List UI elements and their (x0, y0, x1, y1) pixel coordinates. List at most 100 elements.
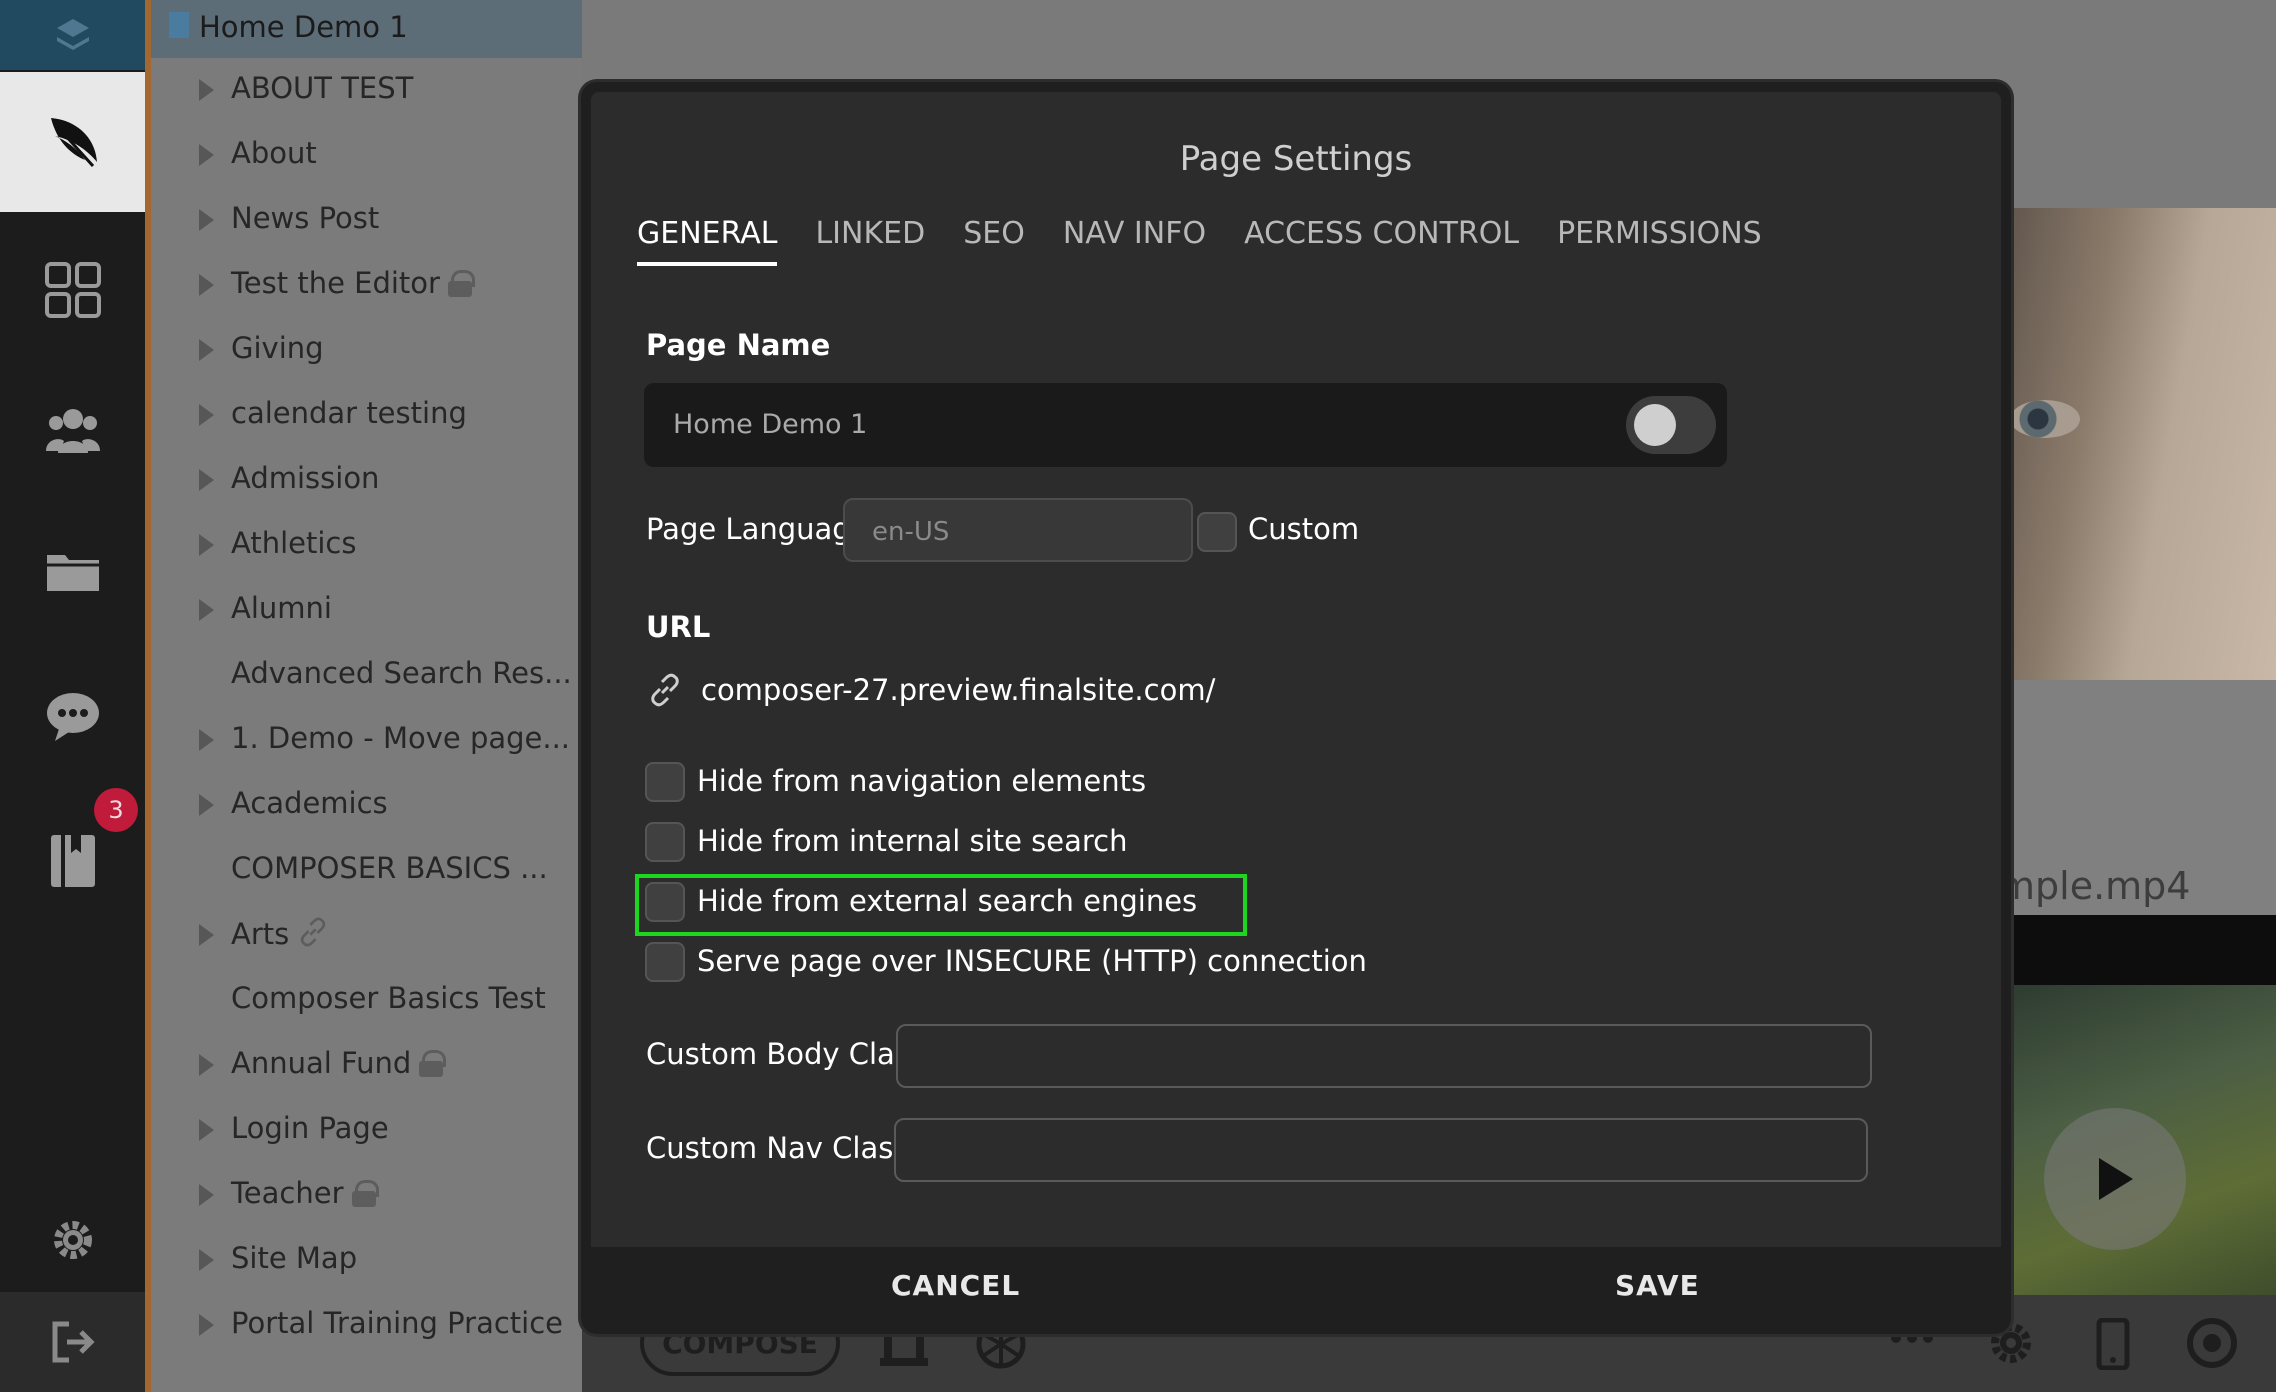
page-language-label: Page Language (646, 512, 869, 546)
expand-arrow-icon[interactable] (199, 534, 214, 556)
files-button[interactable] (0, 520, 145, 620)
tree-item-label: About (231, 136, 317, 170)
tree-item[interactable]: About (151, 126, 582, 184)
tree-item[interactable]: Athletics (151, 516, 582, 574)
expand-arrow-icon[interactable] (199, 79, 214, 101)
users-button[interactable] (0, 380, 145, 480)
custom-language-checkbox[interactable] (1197, 512, 1237, 552)
tree-item[interactable]: Test the Editor (151, 256, 582, 314)
tab-nav-info[interactable]: NAV INFO (1063, 216, 1206, 266)
tree-item-label-wrap: Portal Training Practice (231, 1306, 563, 1340)
page-tree: Home Demo 1 ABOUT TEST About News Post Test… (145, 0, 582, 1392)
preview-photo-eye (2010, 400, 2080, 438)
tree-item[interactable]: Advanced Search Res... (151, 646, 582, 704)
expand-arrow-icon[interactable] (199, 1119, 214, 1141)
option-row[interactable]: Hide from internal site search (645, 822, 1127, 864)
mobile-preview-icon[interactable] (2096, 1318, 2130, 1370)
tree-item[interactable]: Teacher (151, 1166, 582, 1224)
option-checkbox[interactable] (645, 762, 685, 802)
settings-button[interactable] (0, 1190, 145, 1290)
tree-item[interactable]: 1. Demo - Move page... (151, 711, 582, 769)
expand-arrow-icon[interactable] (199, 794, 214, 816)
expand-arrow-icon[interactable] (199, 469, 214, 491)
expand-arrow-icon[interactable] (199, 599, 214, 621)
preview-photo (1988, 208, 2276, 680)
tree-item-label-wrap: Admission (231, 461, 379, 495)
folder-icon (46, 555, 99, 591)
option-checkbox[interactable] (645, 942, 685, 982)
dialog-title: Page Settings (1179, 139, 1413, 179)
tree-item[interactable]: Arts (151, 906, 582, 964)
tree-root-item[interactable]: Home Demo 1 (151, 0, 582, 58)
url-label: URL (646, 610, 711, 644)
tree-item-label: COMPOSER BASICS ... (231, 851, 548, 885)
tree-item[interactable]: COMPOSER BASICS ... (151, 841, 582, 899)
tree-item[interactable]: News Post (151, 191, 582, 249)
expand-arrow-icon[interactable] (199, 1249, 214, 1271)
option-row[interactable]: Serve page over INSECURE (HTTP) connecti… (645, 942, 1367, 984)
custom-body-class-input[interactable] (896, 1024, 1872, 1088)
cancel-button[interactable]: CANCEL (891, 1269, 1020, 1302)
url-value[interactable]: composer-27.preview.finalsite.com/ (701, 673, 1215, 707)
tree-item-label: Academics (231, 786, 388, 820)
option-row[interactable]: Hide from navigation elements (645, 762, 1146, 804)
tree-item[interactable]: Composer Basics Test (151, 971, 582, 1029)
preview-video-filename: mple.mp4 (1998, 864, 2191, 908)
users-icon (45, 409, 100, 453)
tree-item[interactable]: Site Map (151, 1231, 582, 1289)
tree-item[interactable]: Annual Fund (151, 1036, 582, 1094)
tree-item[interactable]: Giving (151, 321, 582, 379)
apps-icon (44, 262, 101, 318)
expand-arrow-icon[interactable] (199, 274, 214, 296)
expand-arrow-icon[interactable] (199, 144, 214, 166)
expand-arrow-icon[interactable] (199, 339, 214, 361)
tree-item[interactable]: ABOUT TEST (151, 61, 582, 119)
expand-arrow-icon[interactable] (199, 1054, 214, 1076)
logout-button[interactable] (0, 1292, 145, 1392)
tree-item[interactable]: calendar testing (151, 386, 582, 444)
tree-item-label: Admission (231, 461, 380, 495)
expand-arrow-icon[interactable] (199, 209, 214, 231)
layers-button[interactable] (0, 0, 145, 70)
expand-arrow-icon[interactable] (199, 1314, 214, 1336)
tree-item[interactable]: Login Page (151, 1101, 582, 1159)
gear-icon (53, 1221, 92, 1259)
page-name-field[interactable]: Home Demo 1 (644, 383, 1727, 467)
tree-item-label-wrap: Test the Editor (231, 266, 475, 300)
expand-arrow-icon[interactable] (199, 404, 214, 426)
tab-linked[interactable]: LINKED (815, 216, 925, 266)
page-name-label: Page Name (646, 328, 831, 362)
highlight-box (635, 874, 1247, 936)
tree-item[interactable]: Portal Training Practice (151, 1296, 582, 1354)
custom-nav-class-input[interactable] (894, 1118, 1868, 1182)
tree-item-label: calendar testing (231, 396, 467, 430)
page-name-toggle[interactable] (1626, 396, 1716, 454)
chat-button[interactable] (0, 665, 145, 765)
tab-general[interactable]: GENERAL (637, 216, 778, 266)
tree-item-label-wrap: Alumni (231, 591, 332, 625)
expand-arrow-icon[interactable] (199, 924, 214, 946)
tab-permissions[interactable]: PERMISSIONS (1557, 216, 1762, 266)
lock-icon (351, 1180, 379, 1207)
tree-item[interactable]: Academics (151, 776, 582, 834)
page-icon (169, 12, 189, 38)
compose-mode-button[interactable] (0, 72, 145, 212)
tree-item-label-wrap: Athletics (231, 526, 356, 560)
notification-badge: 3 (94, 788, 138, 832)
tab-access-control[interactable]: ACCESS CONTROL (1244, 216, 1519, 266)
tree-item-label-wrap: News Post (231, 201, 379, 235)
preview-eye-icon[interactable] (2184, 1318, 2240, 1368)
video-play-button[interactable] (2044, 1108, 2186, 1250)
page-language-input[interactable]: en-US (843, 498, 1193, 562)
tree-item-label: Composer Basics Test (231, 981, 546, 1015)
expand-arrow-icon[interactable] (199, 729, 214, 751)
lock-icon (447, 270, 475, 297)
tree-item-label: Arts (231, 917, 290, 951)
tree-item[interactable]: Admission (151, 451, 582, 509)
option-checkbox[interactable] (645, 822, 685, 862)
apps-button[interactable] (0, 240, 145, 340)
expand-arrow-icon[interactable] (199, 1184, 214, 1206)
tree-item[interactable]: Alumni (151, 581, 582, 639)
tab-seo[interactable]: SEO (963, 216, 1025, 266)
save-button[interactable]: SAVE (1615, 1269, 1700, 1302)
